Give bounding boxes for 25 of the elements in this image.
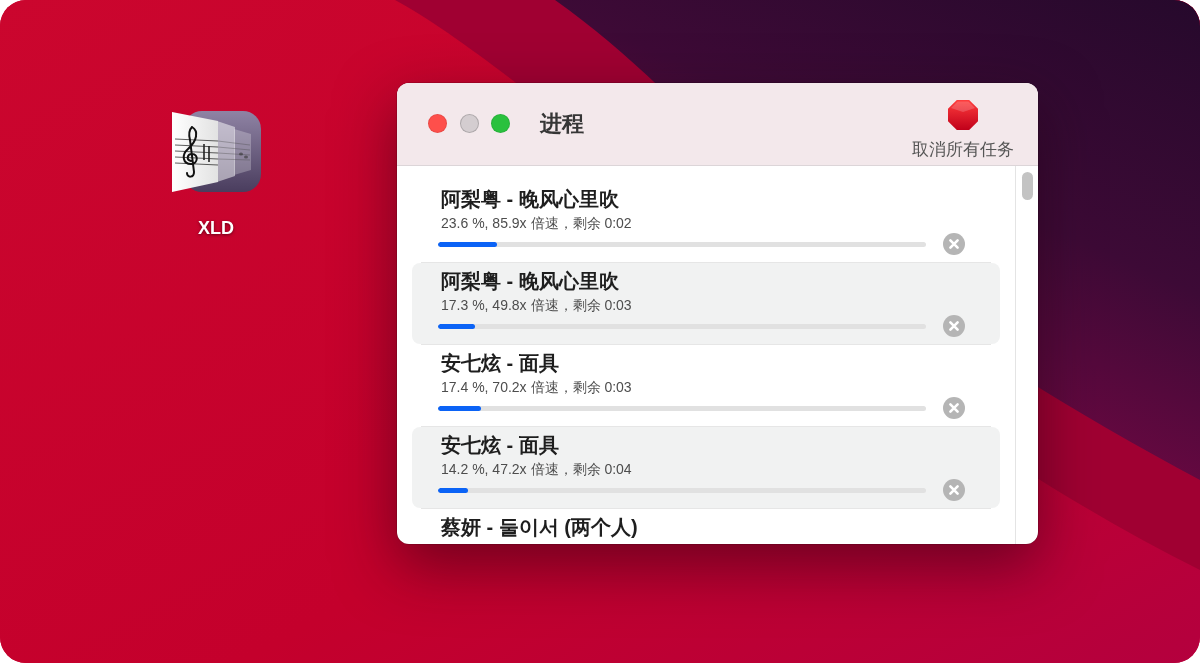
track-title: 安七炫 - 面具 — [441, 352, 560, 374]
window-title: 进程 — [540, 110, 584, 138]
track-title: 阿梨粤 - 晚风心里吹 — [441, 270, 620, 292]
track-title: 阿梨粤 - 晚风心里吹 — [441, 188, 620, 210]
progress-status: 17.3 %, 49.8x 倍速，剩余 0:03 — [441, 296, 633, 314]
zoom-button[interactable] — [491, 114, 510, 133]
stop-sign-icon — [948, 100, 978, 130]
close-icon — [943, 397, 965, 419]
track-title: 安七炫 - 面具 — [441, 434, 560, 456]
close-icon — [943, 233, 965, 255]
close-icon — [943, 315, 965, 337]
app-name-label: XLD — [198, 218, 234, 238]
cancel-all-button[interactable]: 取消所有任务 — [912, 100, 1014, 159]
cancel-task-button[interactable] — [943, 479, 965, 501]
sheet-music-icon[interactable] — [171, 110, 261, 193]
track-title: 蔡妍 - 둘이서 (两个人) — [441, 516, 639, 538]
progress-status: 23.6 %, 85.9x 倍速，剩余 0:02 — [441, 214, 633, 232]
scrollbar-thumb[interactable] — [1022, 172, 1033, 200]
progress-status: 17.4 %, 70.2x 倍速，剩余 0:03 — [441, 378, 633, 396]
cancel-task-button[interactable] — [943, 233, 965, 255]
progress-status: 14.2 %, 47.2x 倍速，剩余 0:04 — [441, 460, 633, 478]
cancel-task-button[interactable] — [943, 397, 965, 419]
close-icon — [943, 479, 965, 501]
close-button[interactable] — [428, 114, 447, 133]
cancel-task-button[interactable] — [943, 315, 965, 337]
